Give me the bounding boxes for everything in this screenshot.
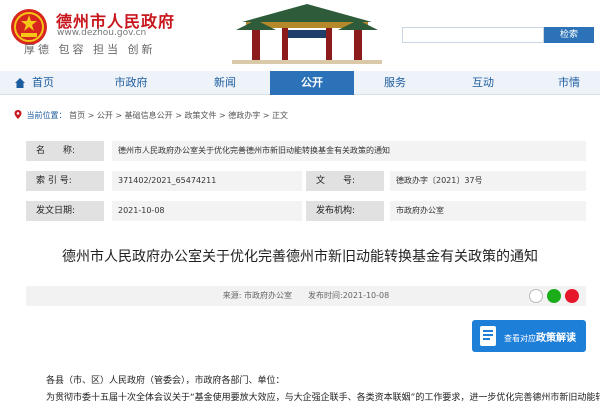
date-value: 2021-10-08: [112, 201, 302, 221]
city-gate-illustration: [232, 0, 382, 64]
policy-button-label: 查看对应政策解读: [504, 329, 576, 344]
share-icon[interactable]: [529, 289, 543, 303]
home-icon: [15, 78, 25, 88]
nav-item-services[interactable]: 服务: [370, 71, 420, 95]
site-slogan: 厚德 包容 担当 创新: [24, 43, 156, 56]
index-value: 371402/2021_65474211: [112, 171, 302, 191]
search-input[interactable]: [402, 27, 544, 43]
nav-item-news[interactable]: 新闻: [200, 71, 250, 95]
doc-number-label: 文 号:: [306, 171, 384, 191]
main-nav: 首页 市政府 新闻 公开 服务 互动 市情: [0, 71, 600, 95]
name-value: 德州市人民政府办公室关于优化完善德州市新旧动能转换基金有关政策的通知: [112, 141, 586, 161]
info-row-name: 名 称: 德州市人民政府办公室关于优化完善德州市新旧动能转换基金有关政策的通知: [26, 141, 586, 161]
search-button[interactable]: 检索: [544, 27, 594, 43]
doc-number-value: 德政办字〔2021〕37号: [390, 171, 586, 191]
location-pin-icon: [14, 110, 22, 119]
nav-item-city-info[interactable]: 市情: [546, 71, 592, 95]
site-header: 德州市人民政府 www.dezhou.gov.cn 厚德 包容 担当 创新 检索: [0, 0, 600, 66]
breadcrumb-path[interactable]: 首页 > 公开 > 基础信息公开 > 政策文件 > 德政办字 > 正文: [69, 111, 288, 120]
policy-interpretation-button[interactable]: 查看对应政策解读: [472, 320, 586, 352]
article-paragraph: 各县（市、区）人民政府（管委会），市政府各部门、单位：: [46, 376, 285, 386]
date-label: 发文日期:: [26, 201, 104, 221]
policy-button-emph: 政策解读: [536, 333, 576, 344]
name-label: 名 称:: [26, 141, 104, 161]
document-icon: [480, 326, 496, 346]
article-title: 德州市人民政府办公室关于优化完善德州市新旧动能转换基金有关政策的通知: [62, 249, 538, 265]
wechat-icon[interactable]: [547, 289, 561, 303]
org-label: 发布机构:: [306, 201, 384, 221]
article-meta: 来源: 市政府办公室 发布时间:2021-10-08: [222, 291, 390, 300]
nav-item-public[interactable]: 公开: [270, 71, 354, 95]
info-row-index: 索 引 号: 371402/2021_65474211 文 号: 德政办字〔20…: [26, 171, 586, 191]
weibo-icon[interactable]: [565, 289, 579, 303]
index-label: 索 引 号:: [26, 171, 104, 191]
breadcrumb: 当前位置： 首页 > 公开 > 基础信息公开 > 政策文件 > 德政办字 > 正…: [14, 110, 288, 121]
info-row-date: 发文日期: 2021-10-08 发布机构: 市政府办公室: [26, 201, 586, 221]
site-url: www.dezhou.gov.cn: [57, 28, 147, 38]
nav-item-government[interactable]: 市政府: [106, 71, 156, 95]
article-meta-bar: 来源: 市政府办公室 发布时间:2021-10-08: [26, 286, 586, 306]
article-paragraph: 为贯彻市委十五届十次全体会议关于“基金使用要放大效应，与大企强企联手、各类资本联…: [46, 393, 600, 403]
nav-item-home[interactable]: 首页: [26, 71, 60, 95]
nav-item-interaction[interactable]: 互动: [458, 71, 508, 95]
page: 德州市人民政府 www.dezhou.gov.cn 厚德 包容 担当 创新 检索…: [0, 0, 600, 406]
breadcrumb-label: 当前位置：: [26, 111, 67, 120]
policy-button-prefix: 查看对应: [504, 334, 536, 343]
org-value: 市政府办公室: [390, 201, 586, 221]
